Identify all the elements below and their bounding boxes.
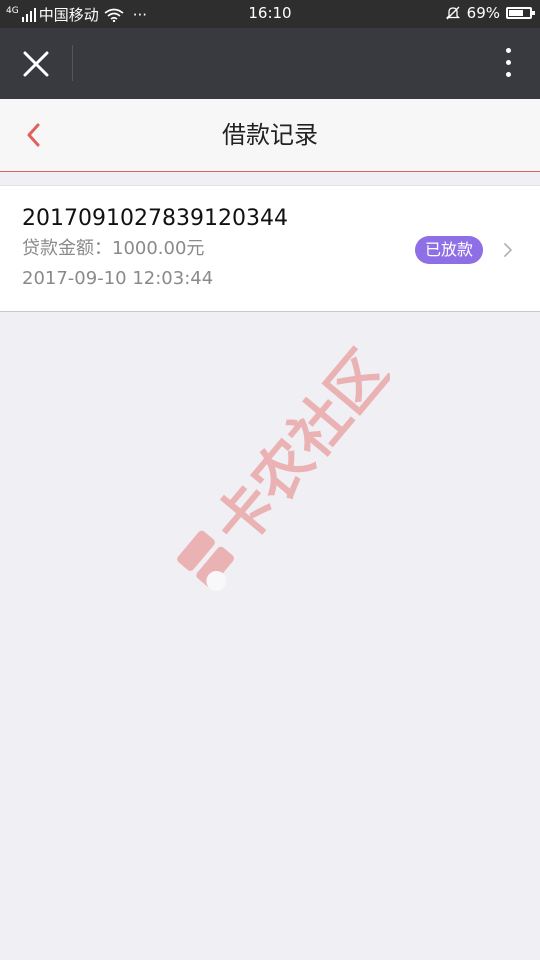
watermark-text: 卡农社区 <box>201 340 390 559</box>
browser-top-bar <box>0 28 540 99</box>
watermark-logo: 卡农社区 <box>160 338 402 620</box>
record-date: 2017-09-10 12:03:44 <box>22 268 214 289</box>
record-id: 20170910278391203​44 <box>22 206 288 231</box>
battery-icon <box>506 7 535 19</box>
close-icon <box>23 51 49 77</box>
battery-percent: 69% <box>466 4 500 22</box>
status-badge: 已放款 <box>415 236 484 264</box>
page-title: 借款记录 <box>222 121 318 149</box>
status-right: 69% <box>445 4 535 22</box>
chevron-right-icon <box>504 243 512 257</box>
battery-level <box>509 10 523 16</box>
close-button[interactable] <box>14 45 58 83</box>
watermark-logo-icon: 卡农社区 <box>177 338 402 591</box>
more-menu-button[interactable] <box>498 48 518 80</box>
amount-value: 1000.00元 <box>112 238 205 259</box>
page-header: 借款记录 <box>0 99 540 172</box>
record-amount: 贷款金额：1000.00元 <box>22 236 204 262</box>
status-bar: 4G 中国移动 ··· 16:10 69% <box>0 0 540 28</box>
loan-record-item[interactable]: 20170910278391203​44 贷款金额：1000.00元 2017-… <box>0 185 540 312</box>
amount-label: 贷款金额： <box>22 238 112 259</box>
top-divider <box>72 45 73 81</box>
silent-bell-icon <box>445 6 460 20</box>
